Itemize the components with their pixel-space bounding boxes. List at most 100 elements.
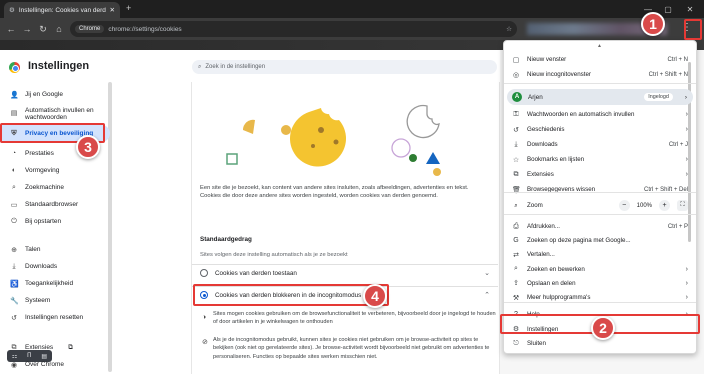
zoom-label: Zoom: [527, 202, 543, 209]
sidebar-item-instellingen-resetten[interactable]: ↺ Instellingen resetten: [0, 309, 110, 326]
option-label: Cookies van derden toestaan: [215, 269, 297, 277]
search-icon: ⌕: [12, 183, 16, 191]
menu-item-geschiedenis[interactable]: ↺ Geschiedenis ›: [504, 122, 696, 137]
menu-separator: [504, 83, 696, 84]
back-button[interactable]: ←: [4, 22, 18, 36]
menu-item-vertalen[interactable]: ⇄ Vertalen...: [504, 247, 696, 262]
illus-triangle: [426, 152, 440, 164]
reload-button[interactable]: ↻: [36, 22, 50, 36]
sidebar-item-bij-opstarten[interactable]: ⏻ Bij opstarten: [0, 213, 110, 230]
sidebar-item-over-chrome[interactable]: ◉ Over Chrome: [0, 356, 110, 373]
zoom-in-button[interactable]: +: [659, 200, 670, 211]
sidebar-item-automatisch-invullen-en-wachtwoorden[interactable]: ▤ Automatisch invullen en wachtwoorden: [0, 103, 110, 125]
avatar: A: [512, 92, 522, 102]
sidebar-item-zoekmachine[interactable]: ⌕ Zoekmachine: [0, 179, 110, 196]
menu-item-downloads[interactable]: ⤓ Downloads Ctrl + J: [504, 137, 696, 152]
home-button[interactable]: ⌂: [52, 22, 66, 36]
block-icon: ⊘: [202, 339, 208, 346]
sidebar-item-extensies[interactable]: ⧉ Extensies ⧉: [0, 339, 110, 356]
shortcut-text: Ctrl + Shift + N: [648, 71, 688, 78]
sidebar-item-label: Downloads: [25, 263, 58, 270]
chrome-chip[interactable]: Chrome: [75, 25, 105, 33]
illus-square: [226, 153, 238, 165]
person-icon: 👤: [10, 91, 19, 99]
close-window-button[interactable]: ✕: [682, 2, 698, 16]
menu-item-label: Geschiedenis: [527, 126, 565, 133]
menu-item-label: Opslaan en delen: [527, 279, 576, 287]
chevron-down-icon[interactable]: ⌄: [484, 269, 490, 277]
chevron-right-icon: ›: [685, 279, 688, 287]
download-icon: ⤓: [12, 262, 16, 270]
chevron-right-icon: ›: [685, 126, 688, 133]
tab-settings[interactable]: ⚙ Instellingen: Cookies van derde ✕: [4, 2, 120, 18]
url-text: chrome://settings/cookies: [108, 25, 182, 33]
tools-icon: ⚒: [512, 294, 520, 302]
fullscreen-button[interactable]: ⛶: [677, 200, 688, 211]
cookie-icon: ◑: [202, 314, 207, 321]
annotation-badge-1: 1: [641, 12, 665, 36]
sidebar-item-standaardbrowser[interactable]: ▭ Standaardbrowser: [0, 196, 110, 213]
menu-item-browsegegevens-wissen[interactable]: 🗑 Browsegegevens wissen Ctrl + Shift + Del: [504, 182, 696, 197]
menu-item-nieuw-incognitovenster[interactable]: ◎ Nieuw incognitovenster Ctrl + Shift + N: [504, 67, 696, 82]
menu-item-label: Downloads: [527, 141, 558, 148]
sidebar-item-label: Standaardbrowser: [25, 201, 79, 208]
illus-dot: [281, 125, 291, 135]
menu-item-opslaan-en-delen[interactable]: ⇪ Opslaan en delen ›: [504, 276, 696, 291]
menu-item-label: Meer hulpprogramma's: [527, 294, 591, 301]
close-tab-icon[interactable]: ✕: [110, 6, 115, 14]
sidebar-item-talen[interactable]: ⊕ Talen: [0, 241, 110, 258]
menu-item-label: Zoeken en bewerken: [527, 265, 585, 273]
power-icon: ⏻: [11, 217, 17, 225]
new-tab-button[interactable]: +: [126, 3, 131, 13]
sidebar-item-label: Instellingen resetten: [25, 314, 84, 321]
sidebar-item-label: Prestaties: [25, 150, 54, 157]
sidebar-item-systeem[interactable]: 🔧 Systeem: [0, 292, 110, 309]
chevron-up-icon[interactable]: ⌃: [484, 291, 490, 299]
chrome-icon: ◉: [10, 361, 18, 369]
menu-item-label: Afdrukken...: [527, 223, 561, 230]
menu-item-afdrukken[interactable]: ⎙ Afdrukken... Ctrl + P: [504, 219, 696, 234]
speedometer-icon: ◔: [11, 150, 17, 157]
menu-item-bookmarks-en-lijsten[interactable]: ☆ Bookmarks en lijsten ›: [504, 152, 696, 167]
search-icon: ⌕: [198, 63, 202, 70]
translate-icon: ⇄: [513, 251, 519, 259]
menu-item-label: Bookmarks en lijsten: [527, 156, 585, 163]
reset-icon: ↺: [11, 314, 17, 322]
sidebar-item-label: Systeem: [25, 297, 51, 304]
zoom-out-button[interactable]: −: [618, 200, 630, 211]
menu-item-nieuw-venster[interactable]: ▢ Nieuw venster Ctrl + N: [504, 52, 696, 67]
maximize-button[interactable]: ▢: [660, 2, 676, 16]
annotation-box-option: [193, 284, 389, 306]
wrench-icon: 🔧: [10, 297, 19, 305]
document-icon: ▤: [10, 109, 18, 117]
puzzle-icon: ⧉: [11, 343, 17, 351]
search-placeholder: Zoek in de instellingen: [205, 64, 266, 70]
google-icon: G: [513, 237, 519, 245]
menu-item-extensies[interactable]: ⧉ Extensies ›: [504, 167, 696, 182]
sidebar-item-toegankelijkheid[interactable]: ♿ Toegankelijkheid: [0, 275, 110, 292]
profile-row[interactable]: A Arjen Ingelogd ›: [507, 89, 693, 105]
zoom-row: ⌕ Zoom − 100% + ⛶: [504, 198, 696, 213]
sidebar-item-label: Talen: [25, 246, 41, 253]
zoom-icon: ⌕: [514, 201, 518, 209]
sidebar-item-downloads[interactable]: ⤓ Downloads: [0, 258, 110, 275]
new-tab-icon: ▢: [512, 56, 520, 64]
shortcut-text: Ctrl + J: [668, 141, 688, 148]
sidebar-item-vormgeving[interactable]: ◐ Vormgeving: [0, 162, 110, 179]
address-bar[interactable]: Chrome chrome://settings/cookies ☆: [70, 21, 517, 37]
forward-button[interactable]: →: [20, 22, 34, 36]
sidebar-item-label: Bij opstarten: [25, 218, 62, 225]
menu-item-zoeken-en-bewerken[interactable]: ⌕ Zoeken en bewerken ›: [504, 262, 696, 277]
menu-item-wachtwoorden-en-automatisch-invullen[interactable]: ⚿ Wachtwoorden en automatisch invullen ›: [504, 107, 696, 122]
bookmark-star-icon[interactable]: ☆: [506, 25, 512, 33]
option-allow-third-party[interactable]: Cookies van derden toestaan ⌄: [192, 264, 498, 281]
settings-search-input[interactable]: ⌕ Zoek in de instellingen: [192, 60, 497, 74]
sidebar-item-label: Toegankelijkheid: [25, 280, 74, 287]
radio-allow[interactable]: [200, 269, 208, 277]
menu-item-zoeken-op-deze-pagina-met-google[interactable]: G Zoeken op deze pagina met Google...: [504, 233, 696, 248]
chevron-right-icon: ›: [685, 294, 688, 301]
sidebar-item-jij-en-google[interactable]: 👤 Jij en Google: [0, 86, 110, 103]
accessibility-icon: ♿: [10, 280, 19, 288]
chrome-logo-icon: [9, 62, 20, 73]
menu-item-label: Wachtwoorden en automatisch invullen: [527, 111, 635, 118]
